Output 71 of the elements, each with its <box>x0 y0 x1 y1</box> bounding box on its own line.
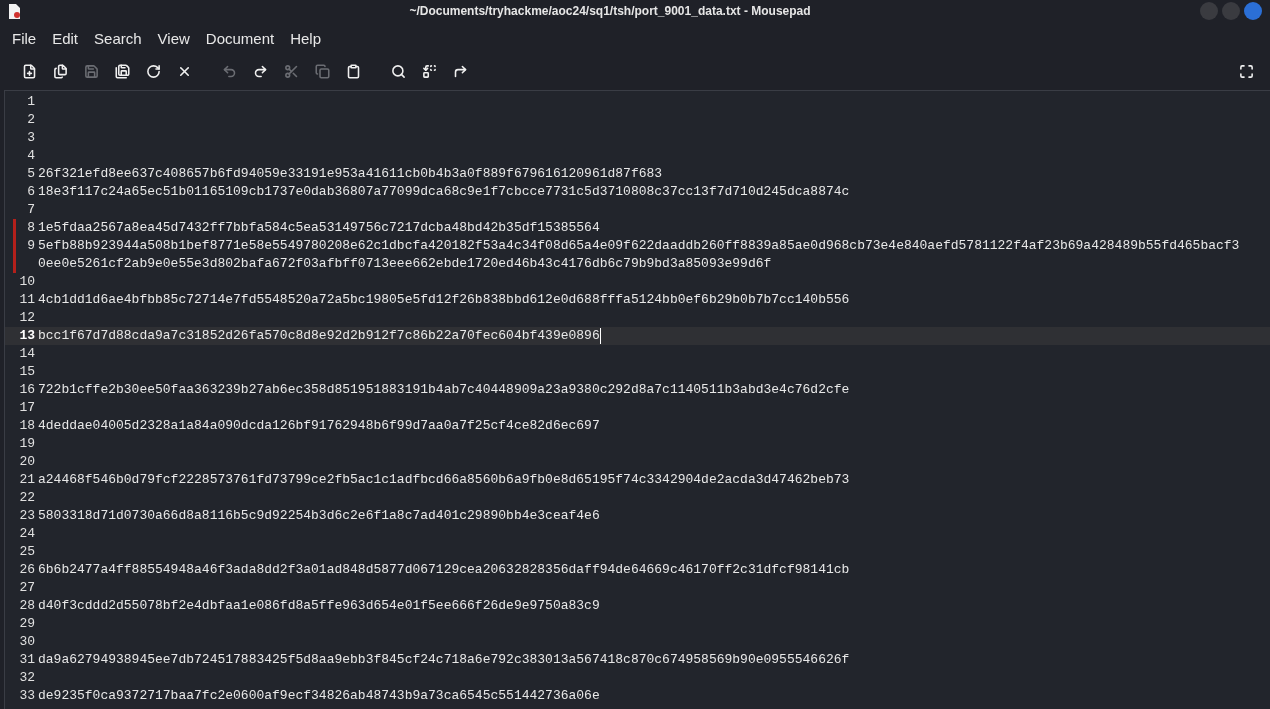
code-line: de9235f0ca9372717baa7fc2e0600af9ecf34826ab48743b9a73ca6545c551442736a06e <box>38 688 600 703</box>
line-number: 6 <box>27 183 35 201</box>
line-number: 25 <box>19 543 35 561</box>
save-as-icon <box>115 63 130 79</box>
line-number: 24 <box>19 525 35 543</box>
editor-area[interactable] <box>4 90 1270 709</box>
line-number: 23 <box>19 507 35 525</box>
line-number: 13 <box>19 327 35 345</box>
code-line: 4deddae04005d2328a1a84a090dcda126bf91762948b6f99d7aa0a7f25cf4ce82d6ec697 <box>38 418 600 433</box>
redo-icon <box>253 63 268 79</box>
clipboard-icon <box>346 63 361 79</box>
reload-icon <box>146 63 161 79</box>
line-number: 27 <box>19 579 35 597</box>
line-number: 19 <box>19 435 35 453</box>
scissors-icon <box>284 63 299 79</box>
line-number: 21 <box>19 471 35 489</box>
code-line: 5803318d71d0730a66d8a8116b5c9d92254b3d6c2e6f1a8c7ad401c29890bb4e3ceaf4e6 <box>38 508 600 523</box>
line-number: 15 <box>19 363 35 381</box>
code-line: 18e3f117c24a65ec51b01165109cb1737e0dab36807a77099dca68c9e1f7cbcce7731c5d3710808c37cc13f7d710d245dca8874c <box>38 184 850 199</box>
text-cursor <box>599 327 601 344</box>
menu-item[interactable]: Document <box>197 27 283 51</box>
documents-icon <box>53 63 68 79</box>
line-number: 30 <box>19 633 35 651</box>
menu-item[interactable]: File <box>4 27 45 51</box>
line-number: 2 <box>27 111 35 129</box>
save-icon <box>84 63 99 79</box>
code-line: bcc1f67d7d88cda9a7c31852d26fa570c8d8e92d2b912f7c86b22a70fec604bf439e0896 <box>38 328 600 343</box>
line-number: 31 <box>19 651 35 669</box>
line-number: 22 <box>19 489 35 507</box>
code-line: da9a62794938945ee7db724517883425f5d8aa9ebb3f845cf24c718a6e792c383013a567418c870c674958569b90e0955546626f <box>38 652 850 667</box>
code-line: a24468f546b0d79fcf2228573761fd73799ce2fb5ac1c1adfbcd66a8560b6a9fb0e8d65195f74c3342904de2acda3d47462beb73 <box>38 472 850 487</box>
line-number: 17 <box>19 399 35 417</box>
line-number: 12 <box>19 309 35 327</box>
line-number: 32 <box>19 669 35 687</box>
document-icon <box>8 3 20 19</box>
code-line: 26f321efd8ee637c408657b6fd94059e33191e953a41611cb0b4b3a0f889f679616120961d87f683 <box>38 166 663 181</box>
line-number: 5 <box>27 165 35 183</box>
replace-icon <box>422 63 437 79</box>
code-line: 4cb1dd1d6ae4bfbb85c72714e7fd5548520a72a5bc19805e5fd12f26b838bbd612e0d688fffa5124bb0ef6b29b0b7b7cc140b556 <box>38 292 850 307</box>
line-number: 20 <box>19 453 35 471</box>
line-number: 26 <box>19 561 35 579</box>
code-line: d40f3cddd2d55078bf2e4dbfaa1e086fd8a5ffe963d654e01f5ee666f26de9e9750a83c9 <box>38 598 600 613</box>
line-number: 11 <box>19 291 35 309</box>
line-number: 1 <box>27 93 35 111</box>
line-number: 33 <box>19 687 35 705</box>
line-number: 4 <box>27 147 35 165</box>
fullscreen-icon <box>1239 63 1254 79</box>
line-number: 28 <box>19 597 35 615</box>
line-number: 29 <box>19 615 35 633</box>
line-number: 8 <box>27 219 35 237</box>
copy-icon <box>315 63 330 79</box>
menu-item[interactable]: Search <box>86 27 150 51</box>
code-line: 722b1cffe2b30ee50faa363239b27ab6ec358d851951883191b4ab7c40448909a23a9380c292d8a7c1140511b3abd3e4c76d2cfe <box>38 382 850 397</box>
line-number: 14 <box>19 345 35 363</box>
code-line: 1e5fdaa2567a8ea45d7432ff7bbfa584c5ea53149756c7217dcba48bd42b35df15385564 <box>38 220 600 235</box>
line-number: 7 <box>27 201 35 219</box>
line-number: 16 <box>19 381 35 399</box>
undo-icon <box>222 63 237 79</box>
window-title: ~/Documents/tryhackme/aoc24/sq1/tsh/port_9001_data.txt - Mousepad <box>408 3 812 20</box>
code-line: 6b6b2477a4ff88554948a46f3ada8dd2f3a01ad848d5877d067129cea20632828356daff94de64669c46170ff2c31dfcf98141cb <box>38 562 850 577</box>
line-number: 10 <box>19 273 35 291</box>
line-number: 18 <box>19 417 35 435</box>
new-file-icon <box>22 63 37 79</box>
search-icon <box>391 63 406 79</box>
menu-item[interactable]: View <box>149 27 198 51</box>
goto-arrow-icon <box>453 63 468 79</box>
line-number: 9 <box>27 237 35 255</box>
menu-item[interactable]: Help <box>282 27 330 51</box>
line-number: 3 <box>27 129 35 147</box>
menu-item[interactable]: Edit <box>44 27 87 51</box>
code-line: 5efb88b923944a508b1bef8771e58e5549780208e62c1dbcfa420182f53a4c34f08d65a4e09f622daaddb260ff8839a85ae0d968cb73e4e840aefd5781122f4af23b69a428489b55fd465bacf30ee0e5261cf2ab9e0e55e3d802bafa672f03afbff0713eee662ebde1720ed46b43c4176db6c79b9bd3a85093e99d6f <box>38 238 1240 271</box>
